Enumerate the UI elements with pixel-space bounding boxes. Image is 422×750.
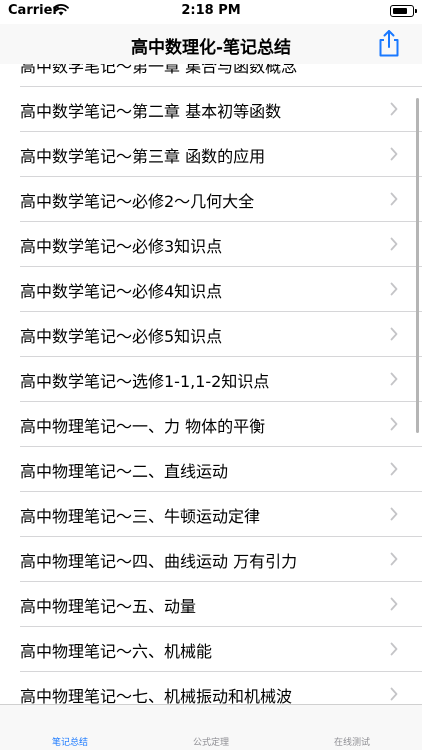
clock: 2:18 PM (181, 3, 241, 18)
list-item-label: 高中数学笔记～第一章 集合与函数概念 (20, 64, 298, 76)
list-item[interactable]: 高中数学笔记～第二章 基本初等函数 (20, 87, 422, 132)
chevron-right-icon (390, 372, 398, 386)
tab-bar: 笔记总结 公式定理 在线测试 (0, 704, 422, 750)
chevron-right-icon (390, 327, 398, 341)
chevron-right-icon (390, 417, 398, 431)
list-item[interactable]: 高中物理笔记～三、牛顿运动定律 (20, 492, 422, 537)
list-item[interactable]: 高中数学笔记～选修1-1,1-2知识点 (20, 357, 422, 402)
chevron-right-icon (390, 147, 398, 161)
share-button[interactable] (376, 28, 402, 58)
list-item-label: 高中物理笔记～六、机械能 (20, 642, 213, 661)
list-item-label: 高中数学笔记～必修3知识点 (20, 237, 223, 256)
chevron-right-icon (390, 597, 398, 611)
list-item[interactable]: 高中数学笔记～必修4知识点 (20, 267, 422, 312)
scroll-indicator (416, 98, 419, 433)
list-item[interactable]: 高中数学笔记～必修3知识点 (20, 222, 422, 267)
list-item-partial[interactable]: 高中数学笔记～第一章 集合与函数概念 (20, 64, 422, 87)
list-item-label: 高中物理笔记～七、机械振动和机械波 (20, 687, 293, 704)
list-item[interactable]: 高中物理笔记～五、动量 (20, 582, 422, 627)
notes-list[interactable]: 高中数学笔记～第一章 集合与函数概念 高中数学笔记～第二章 基本初等函数 高中数学… (0, 64, 422, 704)
page-title: 高中数理化-笔记总结 (130, 38, 292, 58)
list-item[interactable]: 高中物理笔记～四、曲线运动 万有引力 (20, 537, 422, 582)
list-item-label: 高中物理笔记～四、曲线运动 万有引力 (20, 552, 298, 571)
list-item-label: 高中数学笔记～第二章 基本初等函数 (20, 102, 282, 121)
status-bar: Carrier 2:18 PM (0, 0, 422, 24)
list-item-label: 高中数学笔记～必修5知识点 (20, 327, 223, 346)
chevron-right-icon (390, 282, 398, 296)
tab-notes-summary[interactable]: 笔记总结 (0, 735, 140, 748)
list-item-label: 高中物理笔记～三、牛顿运动定律 (20, 507, 261, 526)
chevron-right-icon (390, 687, 398, 701)
list-item-label: 高中物理笔记～二、直线运动 (20, 462, 229, 481)
list-item[interactable]: 高中物理笔记～七、机械振动和机械波 (20, 672, 422, 704)
list-item[interactable]: 高中物理笔记～一、力 物体的平衡 (20, 402, 422, 447)
chevron-right-icon (390, 642, 398, 656)
tab-online-test[interactable]: 在线测试 (282, 735, 422, 748)
navigation-bar: 高中数理化-笔记总结 (0, 24, 422, 64)
list-item[interactable]: 高中物理笔记～二、直线运动 (20, 447, 422, 492)
list-item[interactable]: 高中数学笔记～必修5知识点 (20, 312, 422, 357)
chevron-right-icon (390, 192, 398, 206)
list-item[interactable]: 高中数学笔记～必修2～几何大全 (20, 177, 422, 222)
list-item-label: 高中物理笔记～五、动量 (20, 597, 197, 616)
tab-formulas-theorems[interactable]: 公式定理 (141, 735, 281, 748)
chevron-right-icon (390, 102, 398, 116)
battery-icon (390, 5, 417, 17)
list-item[interactable]: 高中物理笔记～六、机械能 (20, 627, 422, 672)
list-item-label: 高中物理笔记～一、力 物体的平衡 (20, 417, 266, 436)
chevron-right-icon (390, 462, 398, 476)
chevron-right-icon (390, 237, 398, 251)
list-item-label: 高中数学笔记～选修1-1,1-2知识点 (20, 372, 270, 391)
chevron-right-icon (390, 507, 398, 521)
list-item[interactable]: 高中数学笔记～第三章 函数的应用 (20, 132, 422, 177)
list-item-label: 高中数学笔记～第三章 函数的应用 (20, 147, 266, 166)
list-item-label: 高中数学笔记～必修2～几何大全 (20, 192, 255, 211)
chevron-right-icon (390, 552, 398, 566)
list-item-label: 高中数学笔记～必修4知识点 (20, 282, 223, 301)
